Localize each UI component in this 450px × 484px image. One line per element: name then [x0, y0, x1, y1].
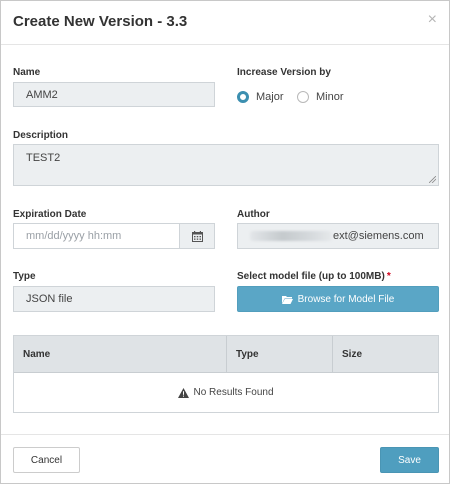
empty-state: No Results Found	[14, 373, 438, 412]
expiration-date-label: Expiration Date	[13, 209, 87, 220]
radio-major-label: Major	[256, 91, 284, 103]
create-version-modal: Create New Version - 3.3 × Name AMM2 Inc…	[0, 0, 450, 484]
author-email-domain: ext@siemens.com	[333, 230, 424, 242]
type-label: Type	[13, 271, 36, 282]
model-file-label-text: Select model file (up to 100MB)	[237, 271, 385, 282]
radio-major[interactable]: Major	[237, 91, 284, 103]
expiration-date-input[interactable]: mm/dd/yyyy hh:mm	[13, 223, 180, 249]
radio-minor-label: Minor	[316, 91, 344, 103]
name-field[interactable]: AMM2	[13, 82, 215, 107]
required-asterisk: *	[386, 271, 391, 282]
modal-header: Create New Version - 3.3 ×	[1, 1, 449, 45]
model-files-table: Name Type Size No Results Found	[13, 335, 439, 413]
redacted-author-name	[250, 231, 332, 241]
browse-model-file-button[interactable]: Browse for Model File	[237, 286, 439, 312]
radio-minor[interactable]: Minor	[297, 91, 344, 103]
column-header-name[interactable]: Name	[14, 336, 227, 372]
name-label: Name	[13, 67, 41, 78]
radio-major-indicator[interactable]	[237, 91, 249, 103]
column-header-size[interactable]: Size	[333, 336, 438, 372]
modal-title: Create New Version - 3.3	[13, 13, 188, 30]
footer-divider	[1, 434, 449, 435]
resize-handle-icon[interactable]	[429, 176, 436, 183]
cancel-button[interactable]: Cancel	[13, 447, 80, 473]
browse-button-label: Browse for Model File	[297, 293, 395, 305]
author-label: Author	[237, 209, 270, 220]
warning-icon	[178, 387, 190, 398]
radio-minor-indicator[interactable]	[297, 91, 309, 103]
type-field: JSON file	[13, 286, 215, 312]
save-button[interactable]: Save	[380, 447, 439, 473]
calendar-icon	[191, 230, 203, 242]
calendar-button[interactable]	[179, 223, 215, 249]
folder-open-icon	[281, 295, 293, 304]
increase-version-label: Increase Version by	[237, 67, 331, 78]
table-header: Name Type Size	[14, 336, 438, 373]
column-header-type[interactable]: Type	[227, 336, 333, 372]
close-icon[interactable]: ×	[428, 11, 437, 29]
model-file-label: Select model file (up to 100MB) *	[237, 271, 391, 282]
description-textarea[interactable]: TEST2	[13, 144, 439, 186]
author-field: ext@siemens.com	[237, 223, 439, 249]
empty-state-text: No Results Found	[193, 387, 274, 398]
description-text: TEST2	[26, 152, 61, 164]
description-label: Description	[13, 130, 69, 141]
